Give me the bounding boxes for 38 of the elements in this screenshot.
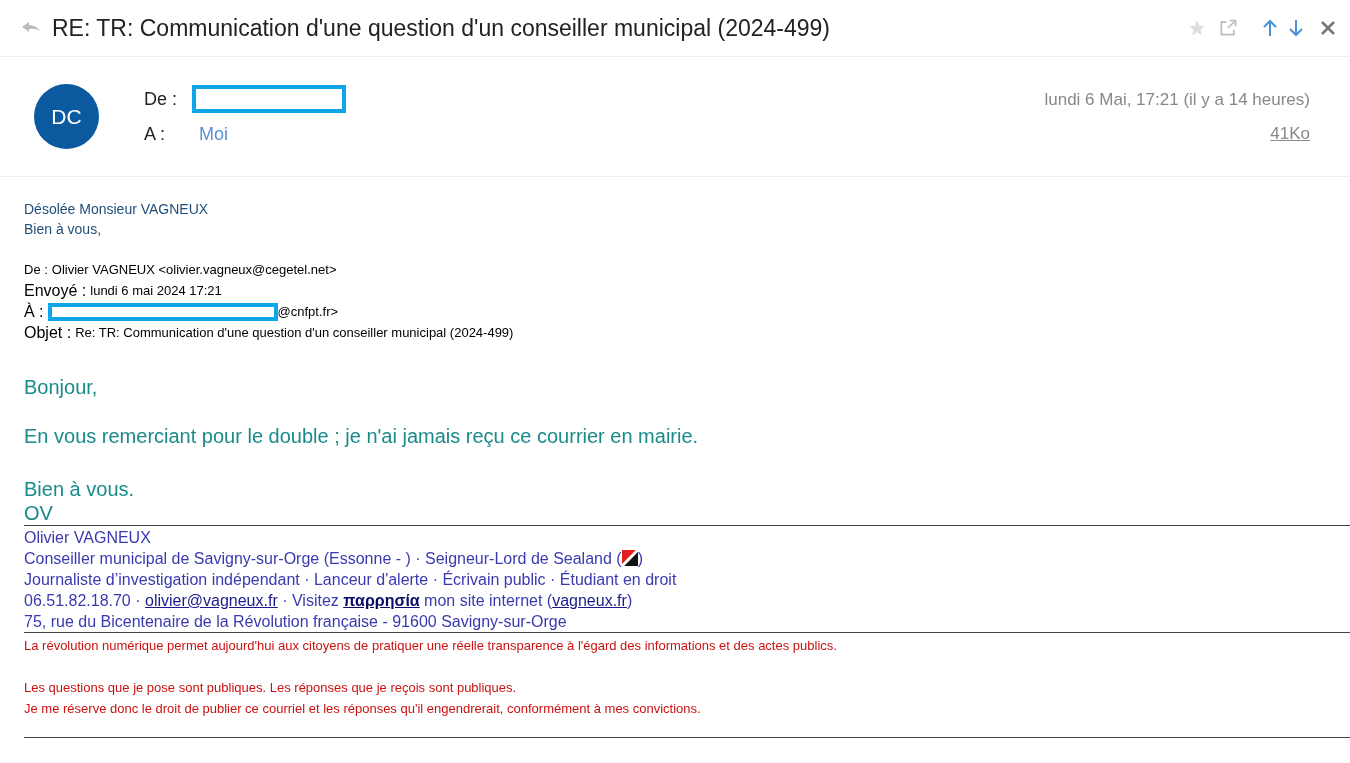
header-value: @cnfpt.fr> <box>277 303 339 321</box>
signature-line: Olivier VAGNEUX <box>24 528 152 548</box>
disclaimer-line: Les questions que je pose sont publiques. Les réponses que je reçois sont publiques. <box>24 679 518 697</box>
body-line: En vous remerciant pour le double ; je n'ai jamais reçu ce courrier en mairie. <box>24 424 700 448</box>
email-subject: RE: TR: Communication d'une question d'un conseiller municipal (2024-499) <box>52 13 831 43</box>
link[interactable]: olivier@vagneux.fr <box>145 592 278 609</box>
link[interactable]: παρρησία <box>343 592 420 609</box>
header-label: Envoyé : <box>24 281 87 301</box>
link[interactable]: vagneux.fr <box>552 592 627 609</box>
signature-line: 06.51.82.18.70 · olivier@vagneux.fr · Visitez παρρησία mon site internet (vagneux.fr) <box>24 591 634 611</box>
disclaimer-line: La révolution numérique permet aujourd'hui aux citoyens de pratiquer une réelle transparence à l'égard des informations et des actes publics. <box>24 637 838 655</box>
star-icon[interactable] <box>1188 19 1206 37</box>
avatar: DC <box>34 84 99 149</box>
body-line: Bonjour, <box>24 375 99 399</box>
header-label: De : <box>24 261 48 279</box>
flag-icon <box>621 550 638 566</box>
header-value: Re: TR: Communication d'une question d'un conseiller municipal (2024-499) <box>75 324 514 342</box>
signature-line: 75, rue du Bicentenaire de la Révolution française - 91600 Savigny-sur-Orge <box>24 612 568 632</box>
header-value: lundi 6 mai 2024 17:21 <box>90 282 222 300</box>
signature-line: Journaliste d’investigation indépendant · Lanceur d'alerte · Écrivain public · Étudiant en droit <box>24 569 678 590</box>
up-arrow-icon[interactable] <box>1262 19 1278 37</box>
header-label: Objet : <box>24 323 72 343</box>
close-icon[interactable] <box>1320 20 1336 36</box>
email-size: 41Ko <box>1270 122 1310 145</box>
body-line: Bien à vous. <box>24 477 136 501</box>
reply-icon <box>22 22 40 34</box>
email-date: lundi 6 Mai, 17:21 (il y a 14 heures) <box>1044 89 1310 111</box>
down-arrow-icon[interactable] <box>1288 19 1304 37</box>
to-label: A : <box>144 123 166 146</box>
header-label: À : <box>24 301 44 322</box>
body-line: OV <box>24 501 54 525</box>
from-label: De : <box>144 87 178 111</box>
header-value: Olivier VAGNEUX <olivier.vagneux@cegetel.net> <box>51 261 337 279</box>
reply-line: Bien à vous, <box>24 220 103 239</box>
disclaimer-line: Je me réserve donc le droit de publier ce courriel et les réponses qu'il engendrerait, conformément à mes convictions. <box>24 700 702 718</box>
signature-line: Conseiller municipal de Savigny-sur-Orge (Essonne - ) · Seigneur-Lord de Sealand ( ) <box>24 549 644 569</box>
external-link-icon[interactable] <box>1218 18 1238 38</box>
reply-line: Désolée Monsieur VAGNEUX <box>24 200 210 219</box>
